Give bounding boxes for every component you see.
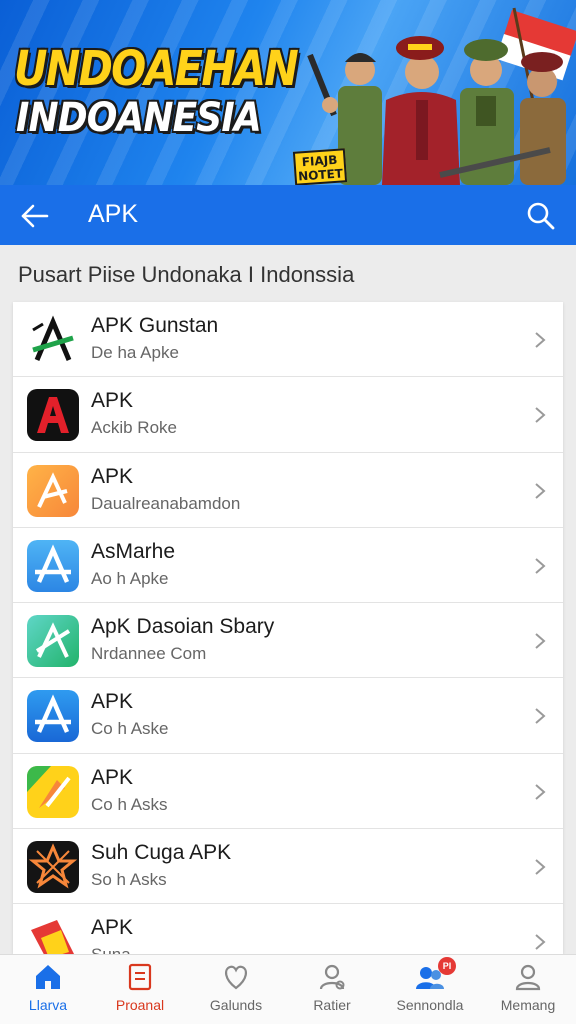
- app-subtitle: Nrdannee Com: [91, 644, 207, 664]
- home-icon: [36, 965, 60, 989]
- list-item[interactable]: Suh Cuga APK So h Asks: [13, 829, 563, 905]
- orange-star-icon: [27, 841, 79, 894]
- chevron-right-icon: [535, 482, 546, 499]
- app-subtitle: So h Asks: [91, 870, 167, 890]
- app-title: APK: [91, 464, 134, 488]
- chevron-right-icon: [535, 633, 546, 649]
- section-title: Pusart Piise Undonaka I Indonssia: [18, 262, 355, 287]
- list-item[interactable]: APK Co h Asks: [13, 754, 563, 830]
- promo-banner[interactable]: UNDOAEHAN INDOANESIA FIAJB NOTET: [0, 0, 576, 185]
- nav-label: Galunds: [209, 997, 263, 1013]
- blue-a-icon: [27, 539, 79, 592]
- chevron-right-icon: [535, 859, 546, 875]
- chevron-right-icon: [535, 784, 546, 800]
- green-a-icon: [27, 314, 79, 366]
- list-item[interactable]: APK Suna: [13, 904, 563, 954]
- app-subtitle: Ackib Roke: [91, 418, 177, 438]
- chevron-right-icon: [535, 407, 546, 424]
- app-title: ApK Dasoian Sbary: [91, 615, 275, 639]
- nav-item-sennondla[interactable]: PI Sennondla: [382, 955, 478, 1024]
- app-subtitle: De ha Apke: [91, 343, 179, 362]
- app-title: APK Gunstan: [91, 314, 219, 337]
- nav-label: Memang: [500, 997, 556, 1013]
- banner-badge: FIAJB NOTET: [292, 148, 348, 185]
- banner-title: UNDOAEHAN: [14, 41, 299, 97]
- nav-label: Ratier: [313, 997, 351, 1013]
- app-subtitle: Daualreanabamdon: [91, 493, 241, 513]
- notification-badge: PI: [438, 957, 456, 975]
- user-icon: [319, 964, 345, 990]
- nav-item-galunds[interactable]: Galunds: [188, 955, 284, 1024]
- nav-label: Proanal: [115, 997, 165, 1013]
- search-icon[interactable]: [524, 199, 558, 233]
- nav-item-proanal[interactable]: Proanal: [92, 955, 188, 1024]
- app-title: APK: [91, 690, 134, 714]
- red-yellow-icon: [27, 916, 79, 954]
- heart-icon: [224, 965, 248, 990]
- app-subtitle: Co h Aske: [91, 719, 169, 739]
- list-item[interactable]: APK Gunstan De ha Apke: [13, 302, 563, 378]
- nav-label: Llarva: [28, 997, 68, 1013]
- yellow-green-icon: [27, 765, 79, 818]
- chevron-right-icon: [535, 708, 546, 725]
- list-item[interactable]: APK Co h Aske: [13, 678, 563, 754]
- app-title: APK: [91, 765, 134, 789]
- nav-item-home[interactable]: Llarva: [0, 955, 96, 1024]
- chevron-right-icon: [535, 332, 546, 348]
- banner-subtitle: INDOANESIA: [16, 95, 262, 141]
- app-title: APK: [91, 916, 134, 940]
- chevron-right-icon: [535, 558, 546, 574]
- bottom-navigation: Llarva Proanal Galunds Ratier PI Sennond…: [0, 954, 576, 1024]
- teal-a-icon: [27, 615, 79, 668]
- app-subtitle: Suna: [91, 945, 131, 954]
- orange-a-icon: [27, 464, 79, 517]
- app-title: APK: [91, 389, 134, 413]
- app-title: AsMarhe: [91, 539, 176, 563]
- nav-label: Sennondla: [396, 997, 464, 1013]
- app-bar: APK: [0, 185, 576, 245]
- chevron-right-icon: [535, 934, 546, 951]
- nav-item-memang[interactable]: Memang: [480, 955, 576, 1024]
- app-subtitle: Ao h Apke: [91, 568, 169, 588]
- app-list: APK Gunstan De ha Apke APK Ackib Roke AP…: [13, 302, 563, 954]
- app-title: Suh Cuga APK: [91, 841, 232, 865]
- list-item[interactable]: APK Daualreanabamdon: [13, 453, 563, 528]
- app-subtitle: Co h Asks: [91, 794, 168, 814]
- list-item[interactable]: AsMarhe Ao h Apke: [13, 528, 563, 604]
- profile-icon: [515, 964, 541, 991]
- red-a-icon: [27, 389, 79, 442]
- arrow-left-icon[interactable]: [18, 199, 52, 233]
- page-title: APK: [88, 200, 139, 228]
- list-item[interactable]: ApK Dasoian Sbary Nrdannee Com: [13, 603, 563, 679]
- nav-item-ratier[interactable]: Ratier: [284, 955, 380, 1024]
- blue-a-icon: [27, 690, 79, 743]
- document-icon: [128, 963, 152, 991]
- list-item[interactable]: APK Ackib Roke: [13, 377, 563, 453]
